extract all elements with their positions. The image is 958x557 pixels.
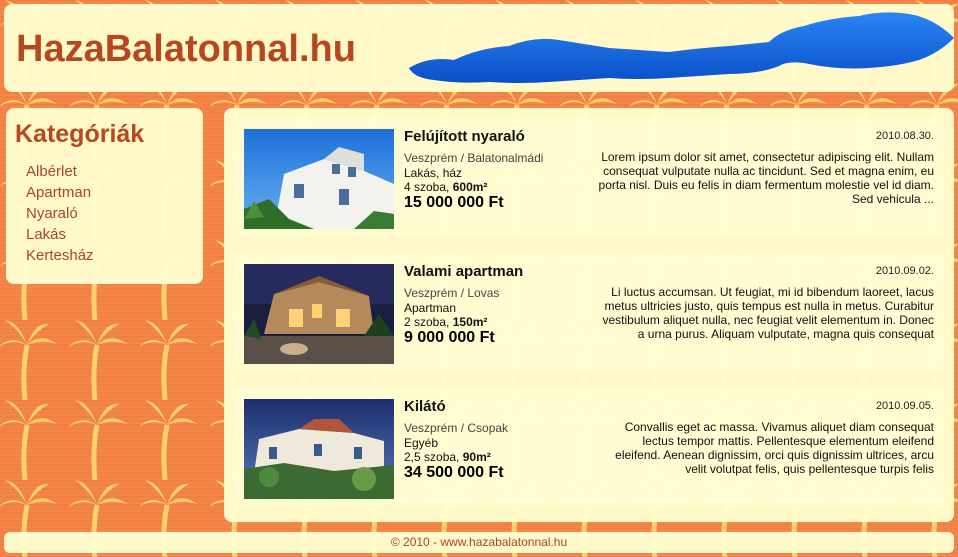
- listing-area: 90m²: [462, 450, 491, 464]
- listings-panel: Felújított nyaraló Veszprém / Balatonalm…: [224, 108, 954, 522]
- listing-rooms: 4 szoba, 600m²: [404, 180, 487, 194]
- category-sidebar: Kategóriák Albérlet Apartman Nyaraló Lak…: [6, 108, 203, 284]
- listing-type: Egyéb: [404, 436, 439, 450]
- listing-title[interactable]: Kilátó: [404, 398, 446, 415]
- listing-room-count: 2,5 szoba,: [404, 450, 460, 464]
- lake-balaton-icon: [409, 12, 954, 83]
- listing-location: Veszprém / Balatonalmádi: [404, 151, 544, 165]
- listing-card[interactable]: Valami apartman Veszprém / Lovas Apartma…: [234, 253, 944, 371]
- listing-title[interactable]: Felújított nyaraló: [404, 128, 525, 145]
- category-item-kerteshaz[interactable]: Kertesház: [26, 245, 94, 266]
- listing-price: 34 500 000 Ft: [404, 464, 504, 481]
- listing-description: Convallis eget ac massa. Vivamus aliquet…: [615, 420, 934, 476]
- listing-description: Li luctus accumsan. Ut feugiat, mi id bi…: [602, 285, 934, 341]
- listing-location: Veszprém / Csopak: [404, 421, 509, 435]
- listing-title[interactable]: Valami apartman: [404, 263, 523, 280]
- listing-rooms: 2,5 szoba, 90m²: [404, 450, 491, 464]
- site-header: HazaBalatonnal.hu: [4, 4, 954, 92]
- listing-card[interactable]: Kilátó Veszprém / Csopak Egyéb 2,5 szoba…: [234, 388, 944, 506]
- listing-location: Veszprém / Lovas: [404, 286, 500, 300]
- listing-card[interactable]: Felújított nyaraló Veszprém / Balatonalm…: [234, 118, 944, 236]
- listing-type: Lakás, ház: [404, 166, 463, 180]
- listing-date: 2010.09.05.: [875, 400, 934, 412]
- listing-rooms: 2 szoba, 150m²: [404, 315, 487, 329]
- listing-price: 15 000 000 Ft: [404, 194, 504, 211]
- site-logo[interactable]: HazaBalatonnal.hu: [16, 28, 356, 71]
- footer-copyright: © 2010 - www.hazabalatonnal.hu: [390, 535, 568, 549]
- listing-description: Lorem ipsum dolor sit amet, consectetur …: [598, 150, 934, 206]
- listing-price: 9 000 000 Ft: [404, 329, 495, 346]
- listing-type: Apartman: [404, 301, 457, 315]
- listing-room-count: 4 szoba,: [404, 180, 450, 194]
- listing-photo[interactable]: [244, 264, 394, 364]
- category-item-apartman[interactable]: Apartman: [26, 182, 94, 203]
- listing-room-count: 2 szoba,: [404, 315, 450, 329]
- category-item-nyaralo[interactable]: Nyaraló: [26, 203, 94, 224]
- category-item-alberlet[interactable]: Albérlet: [26, 161, 94, 182]
- listing-photo[interactable]: [244, 129, 394, 229]
- listing-photo[interactable]: [244, 399, 394, 499]
- listing-area: 600m²: [452, 180, 488, 194]
- listing-date: 2010.08.30.: [875, 130, 934, 142]
- listing-date: 2010.09.02.: [875, 265, 934, 277]
- sidebar-title: Kategóriák: [15, 120, 145, 148]
- listing-area: 150m²: [452, 315, 488, 329]
- category-item-lakas[interactable]: Lakás: [26, 224, 94, 245]
- site-footer: © 2010 - www.hazabalatonnal.hu: [4, 532, 954, 553]
- category-list: Albérlet Apartman Nyaraló Lakás Kerteshá…: [26, 161, 94, 266]
